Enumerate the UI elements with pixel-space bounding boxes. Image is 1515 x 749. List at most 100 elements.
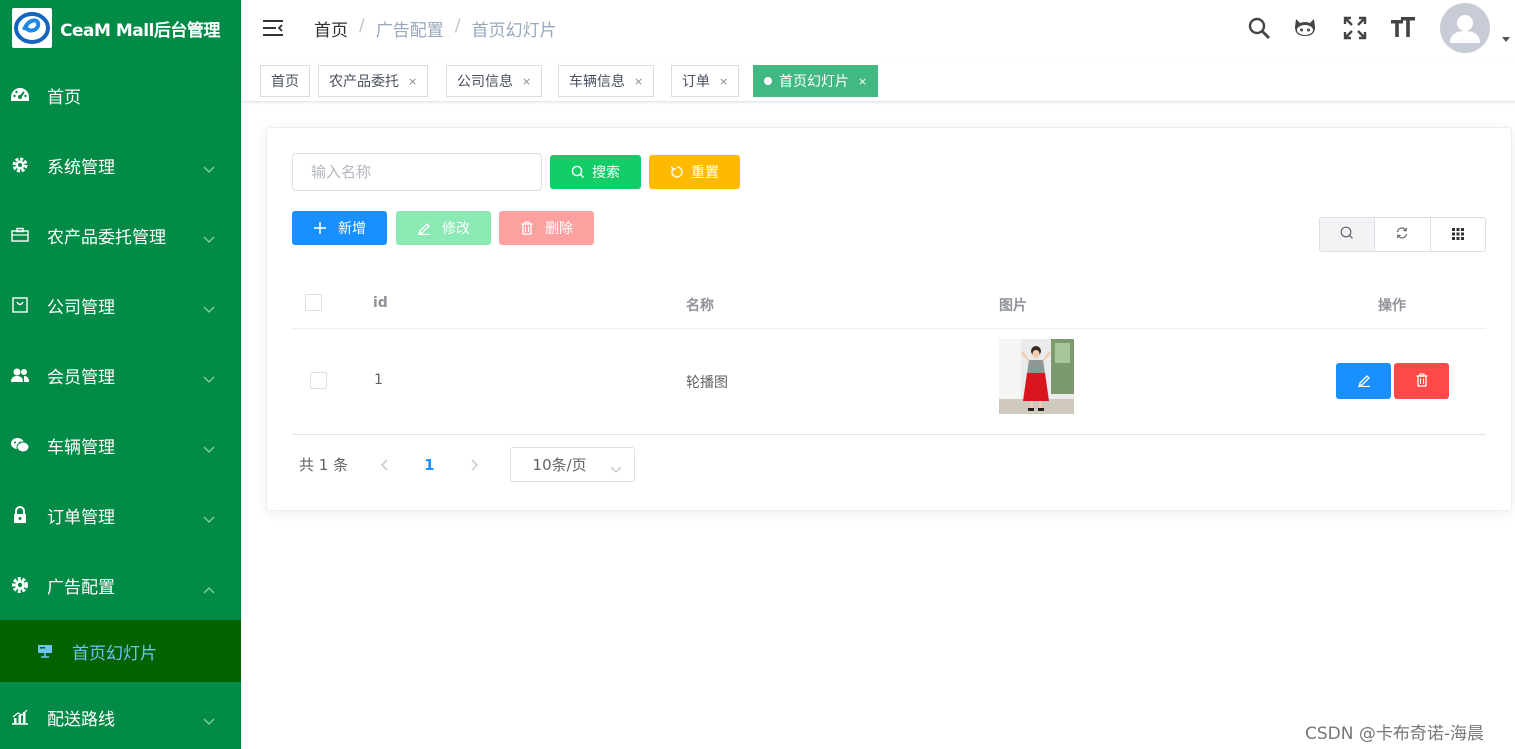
chevron-right-icon[interactable]	[465, 459, 485, 471]
gear-icon	[10, 575, 30, 595]
edit-icon	[1357, 373, 1371, 390]
refresh-button[interactable]	[1375, 218, 1431, 251]
sidebar-item-label: 系统管理	[47, 157, 115, 178]
github-icon[interactable]	[1291, 14, 1319, 42]
sidebar-item-label: 首页	[47, 87, 81, 108]
toggle-search-button[interactable]	[1320, 218, 1376, 251]
table-row: 1 轮播图	[292, 329, 1486, 435]
search-icon[interactable]	[1245, 14, 1273, 42]
pagination: 共 1 条 1 10条/页	[299, 447, 635, 482]
row-checkbox[interactable]	[310, 372, 327, 389]
data-table: id 名称 图片 操作 1 轮播图	[292, 278, 1486, 435]
breadcrumb-item[interactable]: 首页	[314, 16, 348, 41]
header: 首页 / 广告配置 / 首页幻灯片	[241, 0, 1515, 56]
slide-thumbnail[interactable]	[999, 339, 1074, 414]
hamburger-icon[interactable]	[261, 16, 285, 40]
edit-icon	[417, 221, 431, 235]
add-button[interactable]: 新增	[292, 211, 387, 245]
breadcrumb-item: 首页幻灯片	[471, 21, 557, 41]
tag-home[interactable]: 首页	[260, 65, 310, 97]
edit-button[interactable]: 修改	[396, 211, 491, 245]
page-size-select[interactable]: 10条/页	[509, 447, 635, 482]
table-tools	[1319, 217, 1486, 252]
close-icon[interactable]: ×	[719, 75, 728, 88]
chevron-down-icon	[203, 711, 215, 731]
caret-down-icon[interactable]	[1502, 37, 1510, 42]
chevron-down-icon	[203, 159, 215, 179]
reset-button-label: 重置	[691, 165, 719, 181]
close-icon[interactable]: ×	[522, 75, 531, 88]
sidebar-item-home[interactable]: 首页	[0, 67, 241, 123]
refresh-icon	[1395, 225, 1409, 244]
tag-agri[interactable]: 农产品委托 ×	[318, 65, 429, 97]
font-size-icon[interactable]	[1389, 14, 1417, 42]
sidebar-item-label: 公司管理	[47, 297, 115, 318]
close-icon[interactable]: ×	[408, 75, 417, 88]
columns-button[interactable]	[1430, 218, 1485, 251]
delete-button[interactable]: 删除	[499, 211, 594, 245]
tag-company[interactable]: 公司信息 ×	[446, 65, 543, 97]
tag-label: 订单	[682, 74, 710, 90]
chevron-down-icon	[203, 509, 215, 529]
sidebar-item-vehicles[interactable]: 车辆管理	[0, 417, 241, 473]
page-size-value: 10条/页	[532, 456, 587, 474]
chevron-up-icon	[203, 579, 215, 599]
sidebar-item-routes[interactable]: 配送路线	[0, 689, 241, 745]
trash-icon	[1415, 372, 1429, 390]
sidebar-item-label: 会员管理	[47, 367, 115, 388]
sidebar-item-agri[interactable]: 农产品委托管理	[0, 207, 241, 263]
close-icon[interactable]: ×	[634, 75, 643, 88]
avatar[interactable]	[1440, 3, 1490, 53]
sidebar-item-label: 配送路线	[47, 709, 115, 730]
tag-label: 车辆信息	[569, 74, 625, 90]
sidebar: CeaM Mall后台管理 首页 系统管理 农产品委托管理 公司管理 会员管理 …	[0, 0, 241, 749]
chevron-down-icon	[203, 299, 215, 319]
breadcrumb-separator: /	[359, 16, 365, 36]
sidebar-item-orders[interactable]: 订单管理	[0, 487, 241, 543]
lock-icon	[10, 505, 30, 525]
row-edit-button[interactable]	[1336, 363, 1391, 399]
sidebar-item-members[interactable]: 会员管理	[0, 347, 241, 403]
breadcrumb: 首页 / 广告配置 / 首页幻灯片	[314, 16, 556, 41]
page-number[interactable]: 1	[424, 456, 434, 474]
tag-label: 公司信息	[457, 74, 513, 90]
logo-icon	[12, 8, 52, 48]
column-header-actions: 操作	[1378, 298, 1406, 314]
watermark: CSDN @卡布奇诺-海晨	[1305, 724, 1485, 744]
cell-name: 轮播图	[686, 375, 728, 391]
tag-home-slides[interactable]: 首页幻灯片 ×	[753, 65, 879, 97]
trash-icon	[520, 221, 534, 235]
chevron-down-icon	[610, 460, 622, 478]
select-all-checkbox[interactable]	[305, 294, 322, 311]
chevron-down-icon	[203, 439, 215, 459]
sidebar-item-system[interactable]: 系统管理	[0, 137, 241, 193]
search-icon	[571, 165, 585, 179]
delete-button-label: 删除	[545, 221, 573, 237]
search-icon	[1340, 225, 1354, 244]
row-delete-button[interactable]	[1394, 363, 1449, 399]
search-button[interactable]: 搜索	[550, 155, 641, 189]
content-card: 搜索 重置 新增 修改 删除	[266, 127, 1512, 511]
cell-id: 1	[374, 372, 383, 388]
tags-view: 首页 农产品委托 × 公司信息 × 车辆信息 × 订单 × 首页幻灯片 ×	[241, 61, 1515, 102]
column-header-name: 名称	[686, 298, 714, 314]
logo[interactable]: CeaM Mall后台管理	[0, 0, 241, 56]
sidebar-subitem-home-slides[interactable]: 首页幻灯片	[0, 620, 241, 682]
plus-icon	[313, 221, 327, 235]
name-search-input[interactable]	[292, 153, 542, 191]
sidebar-item-ads[interactable]: 广告配置	[0, 557, 241, 613]
chevron-left-icon[interactable]	[374, 459, 394, 471]
tag-orders[interactable]: 订单 ×	[671, 65, 740, 97]
sidebar-subitem-label: 首页幻灯片	[72, 643, 157, 664]
close-icon[interactable]: ×	[858, 75, 867, 88]
fullscreen-icon[interactable]	[1341, 14, 1369, 42]
table-header: id 名称 图片 操作	[292, 278, 1486, 329]
search-button-label: 搜索	[592, 165, 620, 181]
breadcrumb-item: 广告配置	[375, 21, 444, 41]
tag-vehicles[interactable]: 车辆信息 ×	[558, 65, 655, 97]
briefcase-icon	[10, 225, 30, 245]
tag-label: 首页幻灯片	[779, 74, 849, 90]
reset-button[interactable]: 重置	[649, 155, 740, 189]
refresh-icon	[670, 165, 684, 179]
sidebar-item-company[interactable]: 公司管理	[0, 277, 241, 333]
